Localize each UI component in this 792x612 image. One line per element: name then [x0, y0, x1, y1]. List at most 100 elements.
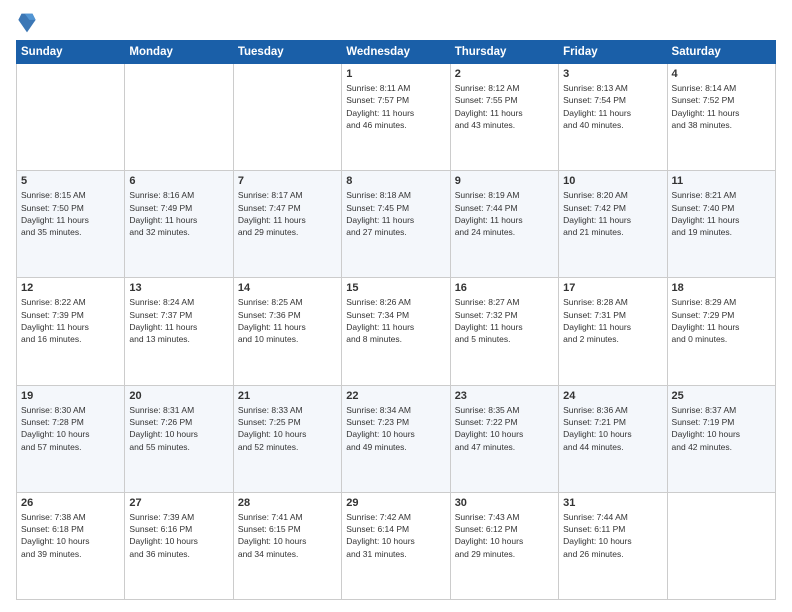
day-number: 18 [672, 282, 771, 294]
day-info: Sunrise: 7:39 AM Sunset: 6:16 PM Dayligh… [129, 511, 228, 560]
day-number: 21 [238, 390, 337, 402]
calendar-cell: 27 Sunrise: 7:39 AM Sunset: 6:16 PM Dayli… [125, 492, 233, 599]
day-info: Sunrise: 8:28 AM Sunset: 7:31 PM Dayligh… [563, 296, 662, 345]
calendar-cell [17, 64, 125, 171]
day-info: Sunrise: 8:31 AM Sunset: 7:26 PM Dayligh… [129, 404, 228, 453]
day-info: Sunrise: 8:21 AM Sunset: 7:40 PM Dayligh… [672, 189, 771, 238]
calendar-cell: 17 Sunrise: 8:28 AM Sunset: 7:31 PM Dayli… [559, 278, 667, 385]
day-header-monday: Monday [125, 41, 233, 64]
calendar-week-row: 1 Sunrise: 8:11 AM Sunset: 7:57 PM Daylig… [17, 64, 776, 171]
day-number: 5 [21, 175, 120, 187]
day-number: 20 [129, 390, 228, 402]
calendar-cell: 13 Sunrise: 8:24 AM Sunset: 7:37 PM Dayli… [125, 278, 233, 385]
day-header-thursday: Thursday [450, 41, 558, 64]
day-header-sunday: Sunday [17, 41, 125, 64]
calendar-cell: 2Sunrise: 8:12 AM Sunset: 7:55 PM Daylig… [450, 64, 558, 171]
day-info: Sunrise: 8:20 AM Sunset: 7:42 PM Dayligh… [563, 189, 662, 238]
calendar-cell: 10Sunrise: 8:20 AM Sunset: 7:42 PM Dayli… [559, 171, 667, 278]
day-info: Sunrise: 8:26 AM Sunset: 7:34 PM Dayligh… [346, 296, 445, 345]
calendar-cell: 7 Sunrise: 8:17 AM Sunset: 7:47 PM Daylig… [233, 171, 341, 278]
day-number: 4 [672, 68, 771, 80]
day-number: 26 [21, 497, 120, 509]
day-info: Sunrise: 8:13 AM Sunset: 7:54 PM Dayligh… [563, 82, 662, 131]
day-info: Sunrise: 7:44 AM Sunset: 6:11 PM Dayligh… [563, 511, 662, 560]
day-number: 9 [455, 175, 554, 187]
day-info: Sunrise: 8:14 AM Sunset: 7:52 PM Dayligh… [672, 82, 771, 131]
day-number: 30 [455, 497, 554, 509]
calendar-cell: 24 Sunrise: 8:36 AM Sunset: 7:21 PM Dayli… [559, 385, 667, 492]
day-number: 17 [563, 282, 662, 294]
calendar-cell: 11 Sunrise: 8:21 AM Sunset: 7:40 PM Dayli… [667, 171, 775, 278]
day-number: 22 [346, 390, 445, 402]
calendar-cell: 30Sunrise: 7:43 AM Sunset: 6:12 PM Dayli… [450, 492, 558, 599]
day-info: Sunrise: 7:38 AM Sunset: 6:18 PM Dayligh… [21, 511, 120, 560]
calendar-table: SundayMondayTuesdayWednesdayThursdayFrid… [16, 40, 776, 600]
calendar-cell: 25Sunrise: 8:37 AM Sunset: 7:19 PM Dayli… [667, 385, 775, 492]
day-number: 7 [238, 175, 337, 187]
day-number: 14 [238, 282, 337, 294]
calendar-cell: 5 Sunrise: 8:15 AM Sunset: 7:50 PM Daylig… [17, 171, 125, 278]
day-number: 15 [346, 282, 445, 294]
day-number: 29 [346, 497, 445, 509]
day-info: Sunrise: 8:11 AM Sunset: 7:57 PM Dayligh… [346, 82, 445, 131]
day-number: 16 [455, 282, 554, 294]
day-number: 27 [129, 497, 228, 509]
calendar-cell: 26 Sunrise: 7:38 AM Sunset: 6:18 PM Dayli… [17, 492, 125, 599]
day-info: Sunrise: 8:36 AM Sunset: 7:21 PM Dayligh… [563, 404, 662, 453]
day-number: 23 [455, 390, 554, 402]
calendar-cell: 14 Sunrise: 8:25 AM Sunset: 7:36 PM Dayli… [233, 278, 341, 385]
day-info: Sunrise: 8:27 AM Sunset: 7:32 PM Dayligh… [455, 296, 554, 345]
logo [16, 12, 38, 34]
calendar-week-row: 19 Sunrise: 8:30 AM Sunset: 7:28 PM Dayli… [17, 385, 776, 492]
day-info: Sunrise: 8:15 AM Sunset: 7:50 PM Dayligh… [21, 189, 120, 238]
calendar-cell: 18 Sunrise: 8:29 AM Sunset: 7:29 PM Dayli… [667, 278, 775, 385]
day-info: Sunrise: 8:25 AM Sunset: 7:36 PM Dayligh… [238, 296, 337, 345]
day-info: Sunrise: 8:30 AM Sunset: 7:28 PM Dayligh… [21, 404, 120, 453]
day-header-wednesday: Wednesday [342, 41, 450, 64]
calendar-cell: 22 Sunrise: 8:34 AM Sunset: 7:23 PM Dayli… [342, 385, 450, 492]
calendar-cell: 12Sunrise: 8:22 AM Sunset: 7:39 PM Dayli… [17, 278, 125, 385]
day-info: Sunrise: 8:18 AM Sunset: 7:45 PM Dayligh… [346, 189, 445, 238]
calendar-cell: 20 Sunrise: 8:31 AM Sunset: 7:26 PM Dayli… [125, 385, 233, 492]
day-number: 24 [563, 390, 662, 402]
day-number: 3 [563, 68, 662, 80]
day-number: 31 [563, 497, 662, 509]
day-number: 11 [672, 175, 771, 187]
calendar-header-row: SundayMondayTuesdayWednesdayThursdayFrid… [17, 41, 776, 64]
day-number: 1 [346, 68, 445, 80]
day-header-saturday: Saturday [667, 41, 775, 64]
day-header-friday: Friday [559, 41, 667, 64]
calendar-cell: 8 Sunrise: 8:18 AM Sunset: 7:45 PM Daylig… [342, 171, 450, 278]
calendar-cell: 28 Sunrise: 7:41 AM Sunset: 6:15 PM Dayli… [233, 492, 341, 599]
calendar-cell: 29 Sunrise: 7:42 AM Sunset: 6:14 PM Dayli… [342, 492, 450, 599]
calendar-cell: 4 Sunrise: 8:14 AM Sunset: 7:52 PM Daylig… [667, 64, 775, 171]
day-number: 2 [455, 68, 554, 80]
calendar-cell: 15 Sunrise: 8:26 AM Sunset: 7:34 PM Dayli… [342, 278, 450, 385]
day-header-tuesday: Tuesday [233, 41, 341, 64]
calendar-week-row: 12Sunrise: 8:22 AM Sunset: 7:39 PM Dayli… [17, 278, 776, 385]
day-number: 28 [238, 497, 337, 509]
day-info: Sunrise: 8:17 AM Sunset: 7:47 PM Dayligh… [238, 189, 337, 238]
header [16, 12, 776, 34]
day-number: 12 [21, 282, 120, 294]
day-info: Sunrise: 8:19 AM Sunset: 7:44 PM Dayligh… [455, 189, 554, 238]
day-number: 6 [129, 175, 228, 187]
calendar-cell [233, 64, 341, 171]
day-info: Sunrise: 8:24 AM Sunset: 7:37 PM Dayligh… [129, 296, 228, 345]
calendar-cell: 6Sunrise: 8:16 AM Sunset: 7:49 PM Daylig… [125, 171, 233, 278]
day-info: Sunrise: 8:37 AM Sunset: 7:19 PM Dayligh… [672, 404, 771, 453]
day-info: Sunrise: 8:33 AM Sunset: 7:25 PM Dayligh… [238, 404, 337, 453]
calendar-cell: 1 Sunrise: 8:11 AM Sunset: 7:57 PM Daylig… [342, 64, 450, 171]
calendar-week-row: 5 Sunrise: 8:15 AM Sunset: 7:50 PM Daylig… [17, 171, 776, 278]
logo-icon [18, 12, 36, 34]
day-info: Sunrise: 7:42 AM Sunset: 6:14 PM Dayligh… [346, 511, 445, 560]
day-number: 13 [129, 282, 228, 294]
day-info: Sunrise: 7:41 AM Sunset: 6:15 PM Dayligh… [238, 511, 337, 560]
day-info: Sunrise: 8:34 AM Sunset: 7:23 PM Dayligh… [346, 404, 445, 453]
day-number: 19 [21, 390, 120, 402]
calendar-cell: 31 Sunrise: 7:44 AM Sunset: 6:11 PM Dayli… [559, 492, 667, 599]
day-info: Sunrise: 8:29 AM Sunset: 7:29 PM Dayligh… [672, 296, 771, 345]
calendar-week-row: 26 Sunrise: 7:38 AM Sunset: 6:18 PM Dayli… [17, 492, 776, 599]
page: SundayMondayTuesdayWednesdayThursdayFrid… [0, 0, 792, 612]
day-number: 8 [346, 175, 445, 187]
